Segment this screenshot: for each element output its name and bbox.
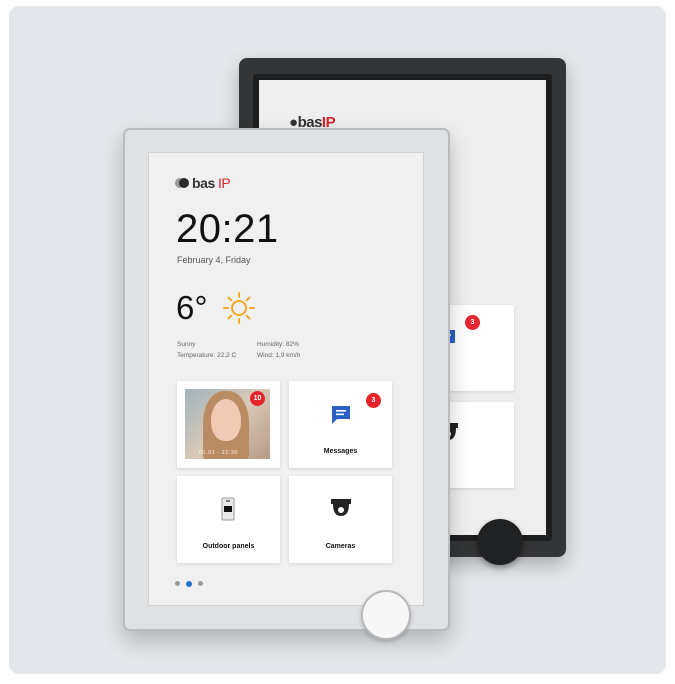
clock-time: 20:21 (176, 207, 279, 251)
temperature-value: 6° (176, 289, 208, 326)
page-dot[interactable] (198, 581, 203, 586)
page-indicator (175, 580, 203, 587)
brand-logo: bas IP (175, 175, 231, 191)
page-dot[interactable] (175, 581, 180, 586)
messages-badge: 3 (366, 393, 381, 408)
messages-tile[interactable]: 3 Messages (289, 381, 392, 468)
weather-wind: Wind: 1,9 km/h (257, 352, 301, 359)
visitor-badge: 10 (250, 391, 265, 406)
outdoor-panels-label: Outdoor panels (202, 543, 255, 550)
message-icon (332, 406, 350, 424)
front-screen: bas IP 20:21 February 4, Friday 6° Sunny … (148, 152, 424, 606)
outdoor-panel-icon (221, 497, 235, 521)
visitor-caption: 01.01 - 22:30 (199, 450, 238, 456)
page-dot-active[interactable] (186, 580, 192, 587)
clock-date: February 4, Friday (177, 255, 251, 265)
visitor-tile[interactable]: 01.01 - 22:30 10 (177, 381, 280, 468)
back-device-knob[interactable] (477, 519, 523, 565)
sun-icon (223, 292, 255, 324)
weather-temperature-detail: Temperature: 22,2 C (177, 352, 237, 359)
weather-humidity: Humidity: 82% (257, 341, 299, 348)
cameras-label: Cameras (325, 543, 356, 550)
logo-mark-icon (175, 178, 189, 188)
front-device: bas IP 20:21 February 4, Friday 6° Sunny … (123, 128, 450, 631)
back-messages-badge: 3 (465, 315, 480, 330)
front-device-knob[interactable] (361, 590, 411, 640)
camera-icon (331, 499, 351, 516)
cameras-tile[interactable]: Cameras (289, 476, 392, 563)
weather-condition: Sunny (177, 341, 196, 348)
outdoor-panels-tile[interactable]: Outdoor panels (177, 476, 280, 563)
messages-label: Messages (323, 448, 358, 455)
